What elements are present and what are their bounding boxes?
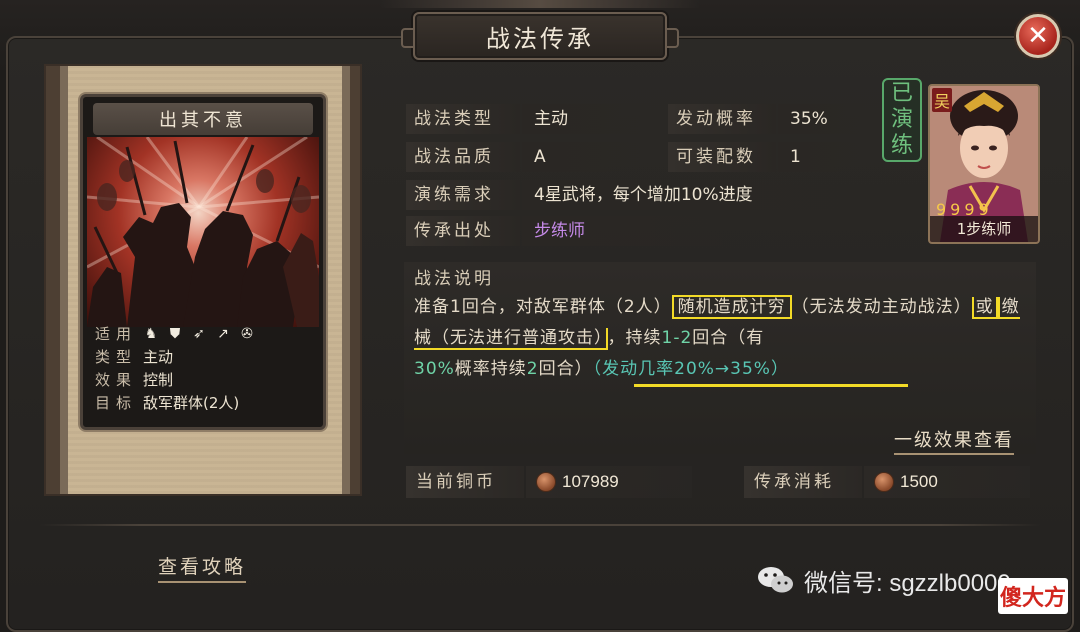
current-coins-value: 107989	[526, 466, 692, 498]
description-title: 战法说明	[414, 269, 494, 289]
stamp-char: 练	[890, 133, 913, 158]
equip-count-label: 可装配数	[668, 142, 776, 172]
equip-count-value: 1	[778, 142, 866, 172]
skill-card: 出其不意 适用 ♞ ⛊ ➶ ↗ ✇ 类型 主动 效果 控制 目标 敌军群体(2人…	[80, 94, 326, 430]
brand-badge: 傻大方	[998, 578, 1068, 614]
skill-name: 出其不意	[93, 103, 313, 135]
description-text: 准备1回合，对敌军群体（2人） 随机造成计穷 （无法发动主动战法）或缴械（无法进行普…	[414, 292, 1034, 385]
desc-segment: 回合）	[538, 359, 593, 379]
bow-icon: ➶	[193, 326, 205, 342]
prop-key: 适用	[95, 325, 138, 343]
skill-quality-label: 战法品质	[406, 142, 520, 172]
desc-segment: 概率持续	[454, 359, 527, 379]
faction-badge: 吴	[932, 88, 953, 112]
prop-effect: 效果 控制	[89, 369, 319, 392]
desc-rounds: 2	[526, 359, 539, 379]
desc-duration: 1-2	[661, 328, 693, 348]
stamp-char: 已	[890, 81, 913, 106]
skill-type-value: 主动	[522, 104, 652, 134]
prop-applicable: 适用 ♞ ⛊ ➶ ↗ ✇	[89, 323, 319, 346]
skill-properties: 适用 ♞ ⛊ ➶ ↗ ✇ 类型 主动 效果 控制 目标 敌军群体(2人)	[89, 323, 319, 415]
inherit-cost-label: 传承消耗	[744, 466, 862, 498]
highlight-underline	[634, 384, 908, 387]
watermark: 微信号: sgzzlb0000	[756, 562, 1011, 598]
prop-key: 目标	[95, 394, 138, 412]
prop-value: 敌军群体(2人)	[143, 394, 240, 412]
prop-value: 主动	[143, 348, 174, 366]
skill-quality-value: A	[522, 142, 652, 172]
info-row-source: 传承出处 步练师	[406, 216, 866, 246]
info-row-type: 战法类型 主动 发动概率 35%	[406, 104, 866, 134]
practiced-stamp: 已 演 练	[882, 78, 922, 162]
copper-coin-icon	[536, 472, 556, 492]
wechat-icon	[758, 567, 793, 593]
practice-req-label: 演练需求	[406, 180, 520, 210]
inherit-cost-value: 1500	[864, 466, 1030, 498]
skill-type-label: 战法类型	[406, 104, 520, 134]
desc-chance: 30%	[414, 359, 455, 379]
level-one-effect-link[interactable]: 一级效果查看	[894, 426, 1014, 455]
window-title: 战法传承	[401, 12, 679, 60]
current-coins-amount: 107989	[562, 472, 619, 491]
shield-icon: ⛊	[169, 326, 181, 342]
desc-highlight-exhaust: 随机造成计穷	[671, 295, 792, 319]
practice-req-value: 4星武将，每个增加10%进度	[522, 180, 866, 210]
inherit-source-value[interactable]: 步练师	[522, 216, 722, 246]
top-ornament	[380, 0, 700, 8]
inherit-cost-row: 传承消耗 1500	[744, 466, 1036, 498]
stamp-char: 演	[890, 107, 913, 132]
desc-segment-or: 或	[971, 297, 998, 319]
applicable-troop-icons: ♞ ⛊ ➶ ↗ ✇	[143, 323, 255, 346]
trigger-rate-label: 发动概率	[668, 104, 776, 134]
desc-rate-upgrade: （发动几率20%→35%）	[592, 359, 789, 379]
view-guide-link[interactable]: 查看攻略	[158, 552, 247, 583]
spear-icon: ↗	[217, 326, 229, 342]
prop-value: 控制	[143, 371, 174, 389]
cavalry-icon: ♞	[144, 326, 158, 342]
inherit-cost-amount: 1500	[900, 472, 938, 491]
desc-segment: ，持续	[607, 328, 662, 348]
close-icon: ✕	[1027, 21, 1049, 51]
close-button[interactable]: ✕	[1016, 14, 1060, 58]
trigger-rate-value: 35%	[778, 104, 866, 134]
inherit-source-label: 传承出处	[406, 216, 520, 246]
desc-segment: 准备1回合，对敌军群体（2人）	[414, 297, 672, 317]
prop-key: 类型	[95, 348, 138, 366]
current-coins-label: 当前铜币	[406, 466, 524, 498]
hero-name-label: 1步练师	[930, 216, 1038, 242]
info-row-quality: 战法品质 A 可装配数 1	[406, 142, 866, 172]
prop-target: 目标 敌军群体(2人)	[89, 392, 319, 415]
wheel-icon: ✇	[241, 326, 253, 342]
prop-key: 效果	[95, 371, 138, 389]
desc-segment: 回合（有	[692, 328, 765, 348]
watermark-text: 微信号: sgzzlb0000	[804, 569, 1011, 597]
prop-type: 类型 主动	[89, 346, 319, 369]
info-row-requirement: 演练需求 4星武将，每个增加10%进度	[406, 180, 866, 210]
desc-segment: （无法发动主动战法）	[791, 297, 972, 317]
skill-artwork	[87, 137, 319, 327]
bottom-divider	[40, 524, 1040, 526]
hero-card[interactable]: 吴 9999 1步练师	[928, 84, 1040, 244]
current-coins-row: 当前铜币 107989	[406, 466, 696, 498]
copper-coin-icon	[874, 472, 894, 492]
